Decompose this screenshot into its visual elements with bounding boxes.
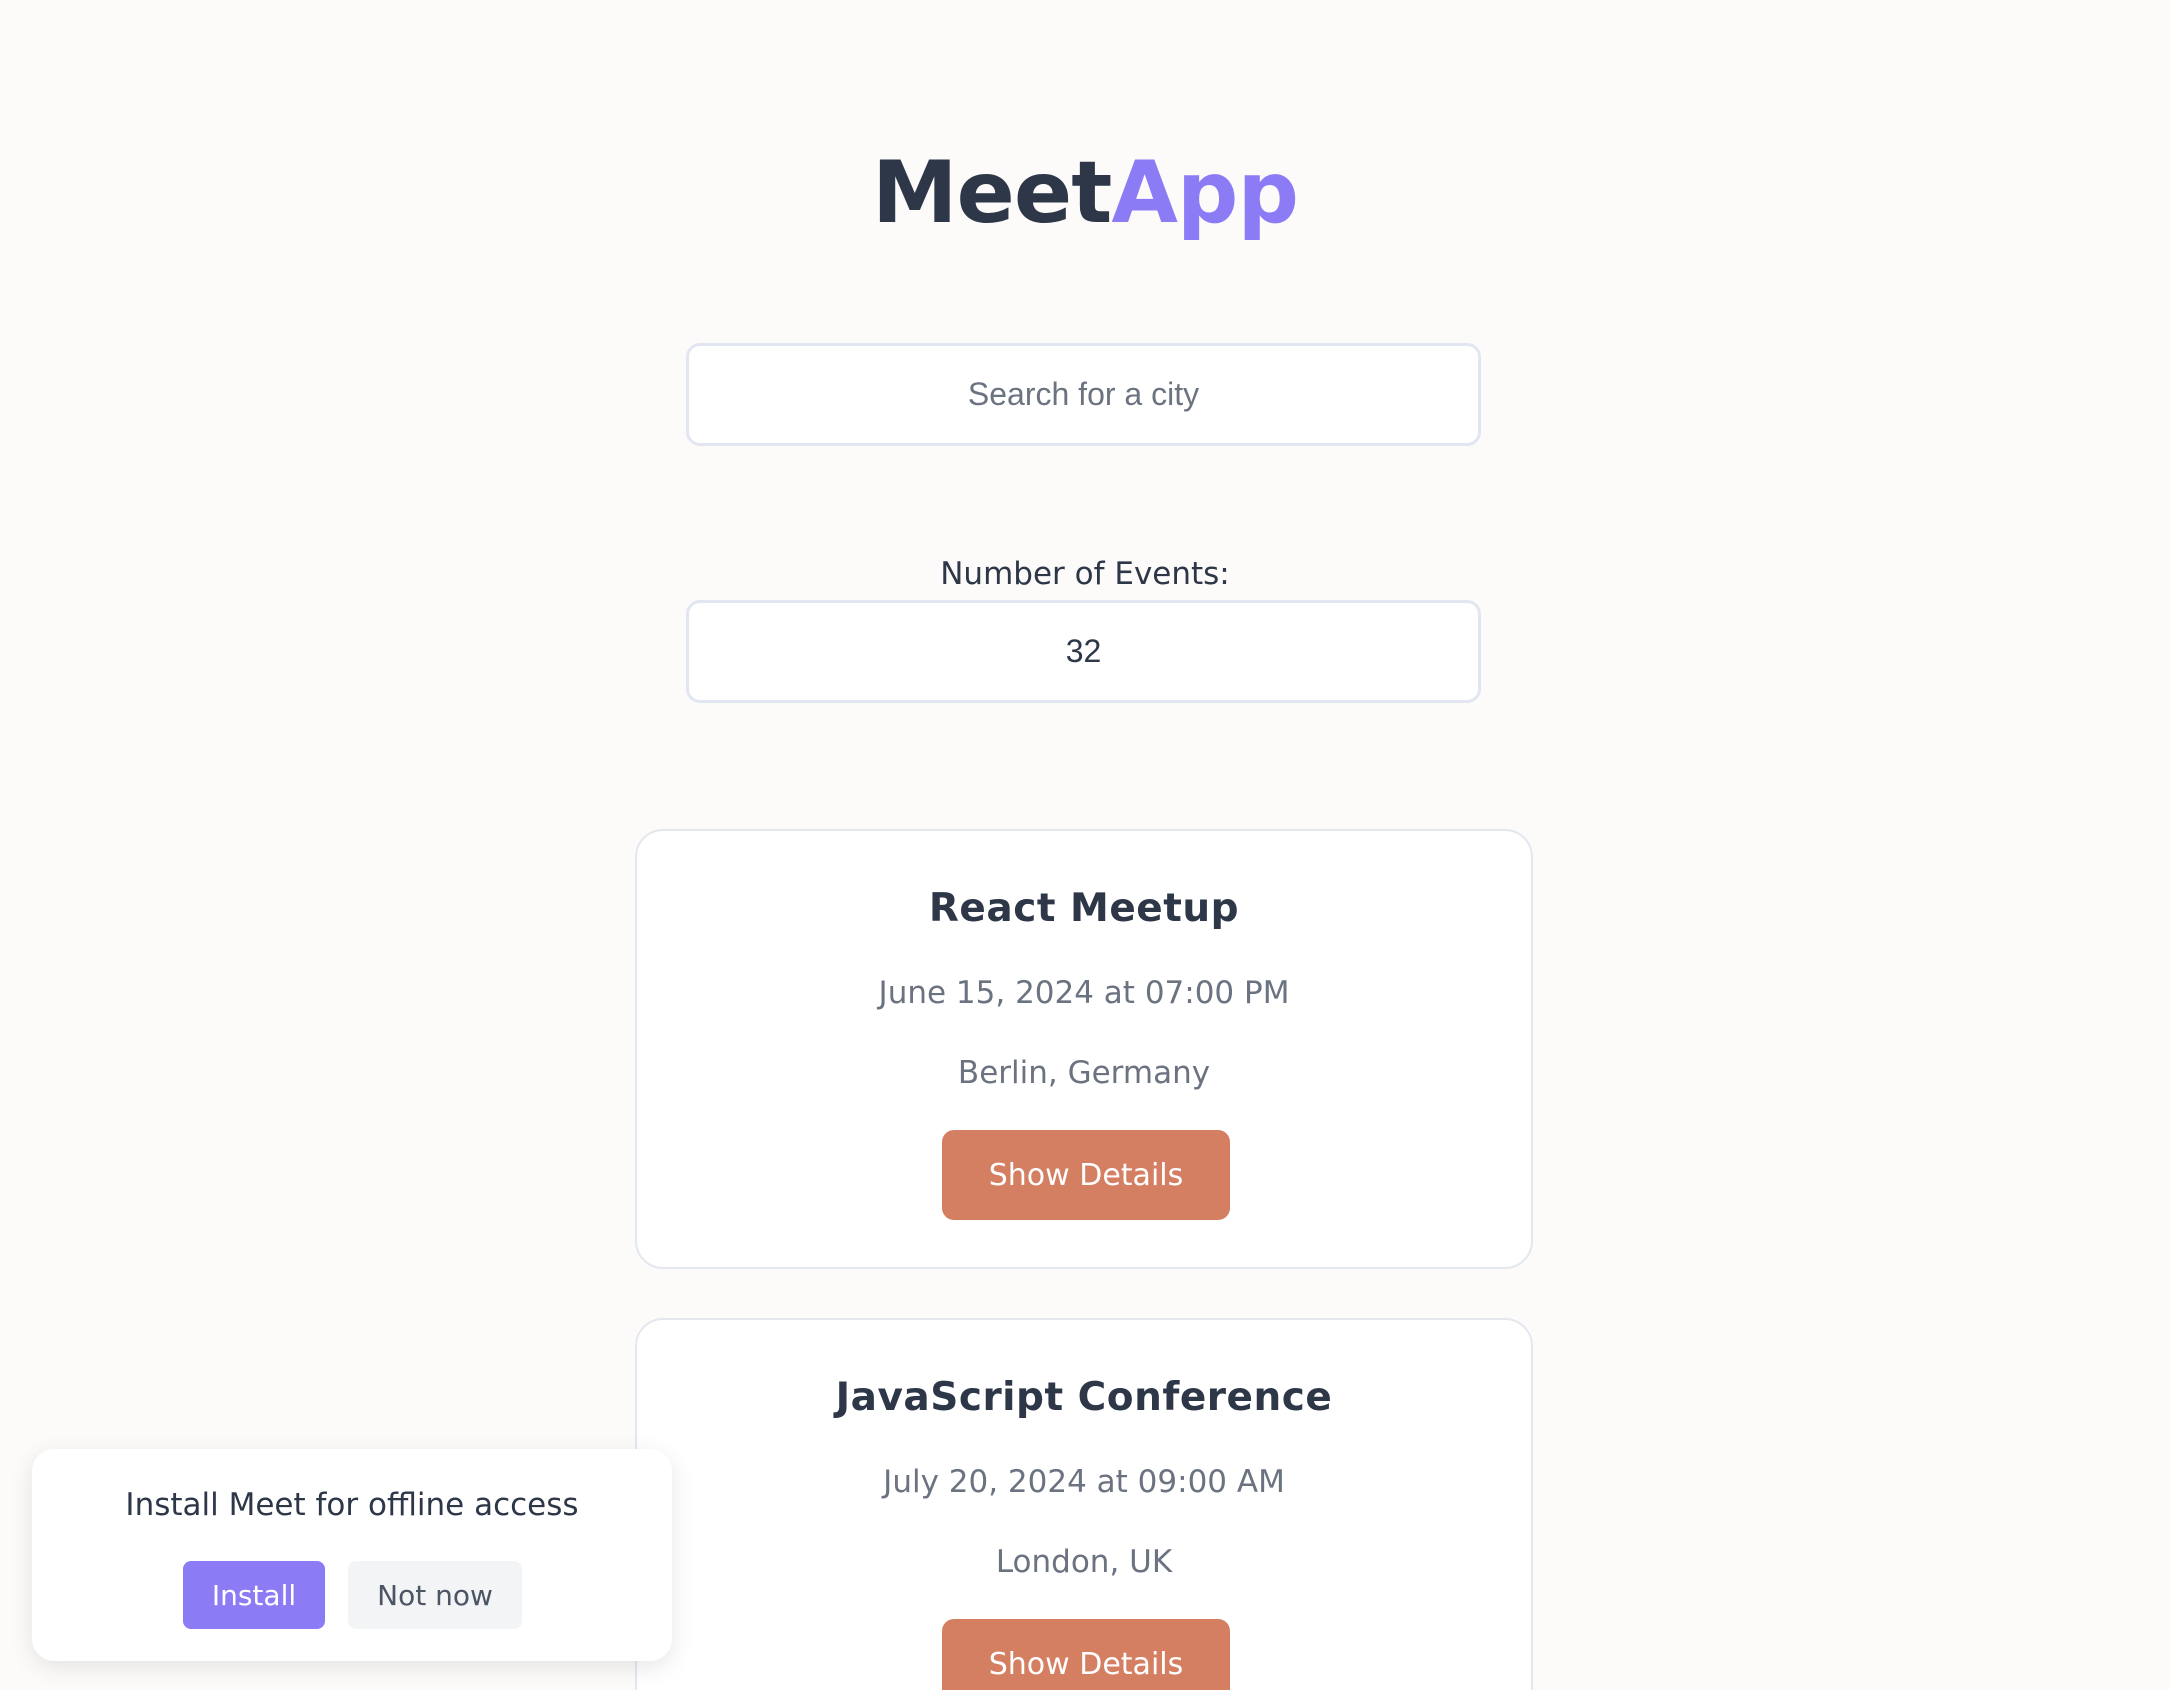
event-title: React Meetup (928, 886, 1240, 931)
install-prompt: Install Meet for offline access Install … (32, 1449, 672, 1661)
event-location: London, UK (995, 1544, 1173, 1580)
event-date: July 20, 2024 at 09:00 AM (883, 1464, 1285, 1500)
app-title: MeetApp (0, 150, 2170, 236)
app-title-app: App (1111, 143, 1299, 243)
event-location: Berlin, Germany (957, 1055, 1211, 1091)
event-card: React Meetup June 15, 2024 at 07:00 PM B… (635, 829, 1533, 1269)
install-button[interactable]: Install (183, 1561, 325, 1629)
event-date: June 15, 2024 at 07:00 PM (878, 975, 1290, 1011)
install-prompt-message: Install Meet for offline access (125, 1487, 579, 1523)
app-title-meet: Meet (871, 143, 1112, 243)
number-of-events-input[interactable] (686, 600, 1481, 703)
event-title: JavaScript Conference (835, 1375, 1333, 1420)
event-card: JavaScript Conference July 20, 2024 at 0… (635, 1318, 1533, 1690)
number-of-events-label: Number of Events: (940, 556, 1230, 592)
show-details-button[interactable]: Show Details (942, 1130, 1230, 1220)
not-now-button[interactable]: Not now (348, 1561, 522, 1629)
meet-app-page: MeetApp Number of Events: React Meetup J… (0, 0, 2170, 1690)
city-search-input[interactable] (686, 343, 1481, 446)
show-details-button[interactable]: Show Details (942, 1619, 1230, 1690)
